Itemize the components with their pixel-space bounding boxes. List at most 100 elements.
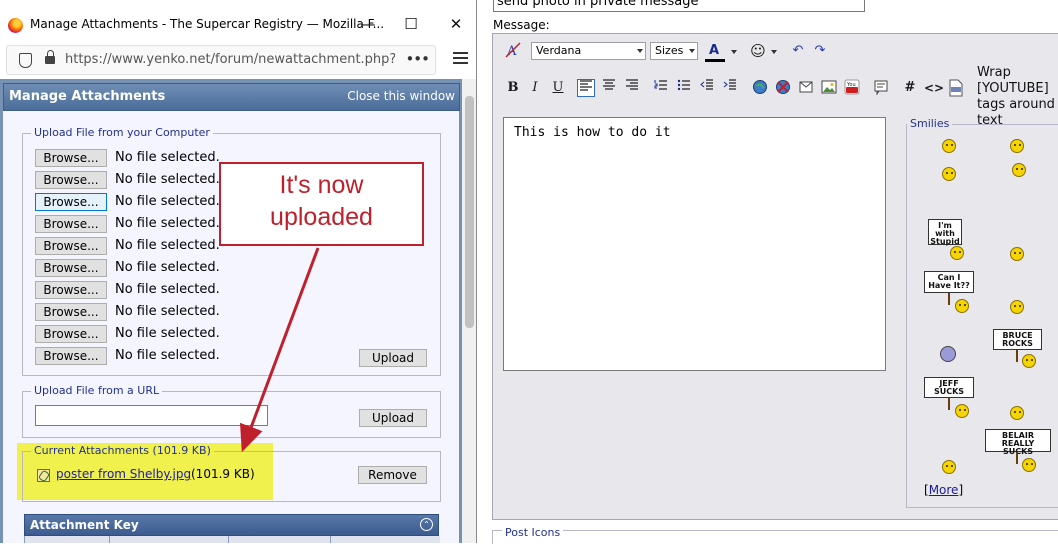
browse-button[interactable]: Browse... — [35, 347, 107, 365]
chevron-down-icon[interactable] — [771, 50, 777, 54]
size-value: Sizes — [655, 44, 684, 57]
file-status: No file selected. — [115, 326, 220, 341]
manage-attachments-header: Manage Attachments Close this window — [3, 83, 460, 111]
smiley-icon[interactable] — [955, 404, 969, 418]
browse-button[interactable]: Browse... — [35, 193, 107, 211]
message-body: This is how to do it — [514, 125, 671, 140]
browse-button[interactable]: Browse... — [35, 237, 107, 255]
lock-icon[interactable] — [45, 50, 55, 64]
text-color-button[interactable]: A — [705, 42, 723, 60]
upload-button[interactable]: Upload — [359, 349, 427, 367]
smiley-icon[interactable] — [1010, 300, 1024, 314]
minimize-button[interactable]: — — [356, 12, 380, 36]
subject-input[interactable]: send photo in private message — [493, 0, 865, 12]
browse-button[interactable]: Browse... — [35, 149, 107, 167]
upload-url-button[interactable]: Upload — [359, 409, 427, 427]
insert-image-icon[interactable] — [820, 79, 838, 97]
browse-button[interactable]: Browse... — [35, 259, 107, 277]
close-window-link[interactable]: Close this window — [347, 89, 455, 103]
remove-format-icon[interactable]: A — [504, 42, 522, 60]
smiley-icon[interactable] — [1012, 163, 1026, 177]
undo-icon[interactable]: ↶ — [789, 42, 807, 60]
indent-icon[interactable] — [721, 79, 739, 97]
subject-text: send photo in private message — [497, 0, 699, 9]
page-title: Manage Attachments — [9, 89, 166, 104]
file-status: No file selected. — [115, 172, 220, 187]
more-smilies-link[interactable]: More — [929, 483, 959, 497]
upload-computer-legend: Upload File from your Computer — [31, 126, 213, 139]
align-left-icon[interactable] — [577, 79, 595, 97]
smiley-icon[interactable] — [1022, 458, 1036, 472]
size-select[interactable]: Sizes — [650, 42, 698, 60]
message-textarea[interactable]: This is how to do it — [503, 117, 886, 371]
redo-icon[interactable]: ↷ — [811, 42, 829, 60]
browse-button[interactable]: Browse... — [35, 215, 107, 233]
smiley-icon[interactable] — [1010, 247, 1024, 261]
sign-can-i[interactable]: Can I Have It?? — [924, 271, 974, 293]
collapse-icon[interactable]: ⌃ — [420, 518, 433, 531]
youtube-icon[interactable]: You — [843, 79, 861, 97]
sign-im-with-stupid[interactable]: I'm with Stupid — [928, 219, 962, 246]
remove-button[interactable]: Remove — [358, 466, 427, 484]
chevron-down-icon[interactable] — [731, 50, 737, 54]
scrollbar-thumb[interactable] — [465, 96, 474, 328]
alien-icon[interactable] — [940, 346, 956, 362]
file-status: No file selected. — [115, 260, 220, 275]
email-link-icon[interactable] — [797, 79, 815, 97]
annotation-callout: It's now uploaded — [219, 162, 424, 246]
underline-button[interactable]: U — [549, 79, 567, 97]
smiley-icon[interactable] — [942, 167, 956, 181]
sign-belair-really-sucks[interactable]: BELAIR REALLY SUCKS — [985, 429, 1051, 456]
smiley-icon[interactable] — [950, 246, 964, 260]
hash-icon[interactable]: # — [901, 79, 919, 97]
text-color-swatch — [705, 59, 725, 62]
smiley-icon[interactable] — [1010, 406, 1024, 420]
smiley-icon[interactable] — [942, 460, 956, 474]
shield-icon[interactable] — [19, 53, 32, 68]
file-status: No file selected. — [115, 216, 220, 231]
smiley-icon[interactable] — [955, 299, 969, 313]
menu-icon[interactable] — [453, 52, 468, 54]
align-center-icon[interactable] — [600, 79, 618, 97]
close-window-button[interactable]: ✕ — [444, 12, 468, 36]
file-status: No file selected. — [115, 238, 220, 253]
smiley-icon[interactable]: ☺ — [749, 42, 767, 60]
unordered-list-icon[interactable] — [675, 79, 693, 97]
url-text[interactable]: https://www.yenko.net/forum/newattachmen… — [65, 52, 395, 67]
page-actions-button[interactable]: ••• — [405, 50, 430, 68]
sign-stick — [948, 293, 950, 305]
browse-button[interactable]: Browse... — [35, 303, 107, 321]
url-input[interactable] — [35, 405, 268, 426]
smiley-icon[interactable] — [1010, 139, 1024, 153]
more-bracket-close: ] — [958, 483, 964, 497]
php-icon[interactable] — [947, 79, 965, 97]
bold-button[interactable]: B — [504, 79, 522, 97]
outdent-icon[interactable] — [698, 79, 716, 97]
smiley-icon[interactable] — [942, 139, 956, 153]
sign-bruce-rocks[interactable]: BRUCE ROCKS — [993, 329, 1042, 350]
address-bar[interactable]: https://www.yenko.net/forum/newattachmen… — [6, 45, 436, 75]
file-status: No file selected. — [115, 304, 220, 319]
current-attachments-legend: Current Attachments (101.9 KB) — [31, 444, 214, 457]
window-titlebar: Manage Attachments - The Supercar Regist… — [0, 0, 476, 48]
sign-jeff-sucks[interactable]: JEFF SUCKS — [924, 377, 974, 398]
upload-url-legend: Upload File from a URL — [31, 384, 163, 397]
align-right-icon[interactable] — [623, 79, 641, 97]
browse-button[interactable]: Browse... — [35, 171, 107, 189]
annotation-line-2: uploaded — [270, 203, 373, 231]
font-select[interactable]: Verdana — [531, 42, 646, 60]
font-value: Verdana — [536, 44, 582, 57]
quote-icon[interactable] — [872, 79, 890, 97]
italic-button[interactable]: I — [526, 79, 544, 97]
sign-stick — [1016, 350, 1018, 362]
insert-link-icon[interactable] — [751, 79, 769, 97]
smiley-icon[interactable] — [1022, 354, 1036, 368]
maximize-button[interactable]: ☐ — [399, 12, 423, 36]
browse-button[interactable]: Browse... — [35, 281, 107, 299]
code-icon[interactable]: <> — [924, 79, 944, 97]
ordered-list-icon[interactable] — [652, 79, 670, 97]
unlink-icon[interactable] — [774, 79, 792, 97]
attachment-link[interactable]: poster from Shelby.jpg — [56, 467, 191, 481]
browse-button[interactable]: Browse... — [35, 325, 107, 343]
post-icons-fieldset — [492, 530, 1058, 544]
